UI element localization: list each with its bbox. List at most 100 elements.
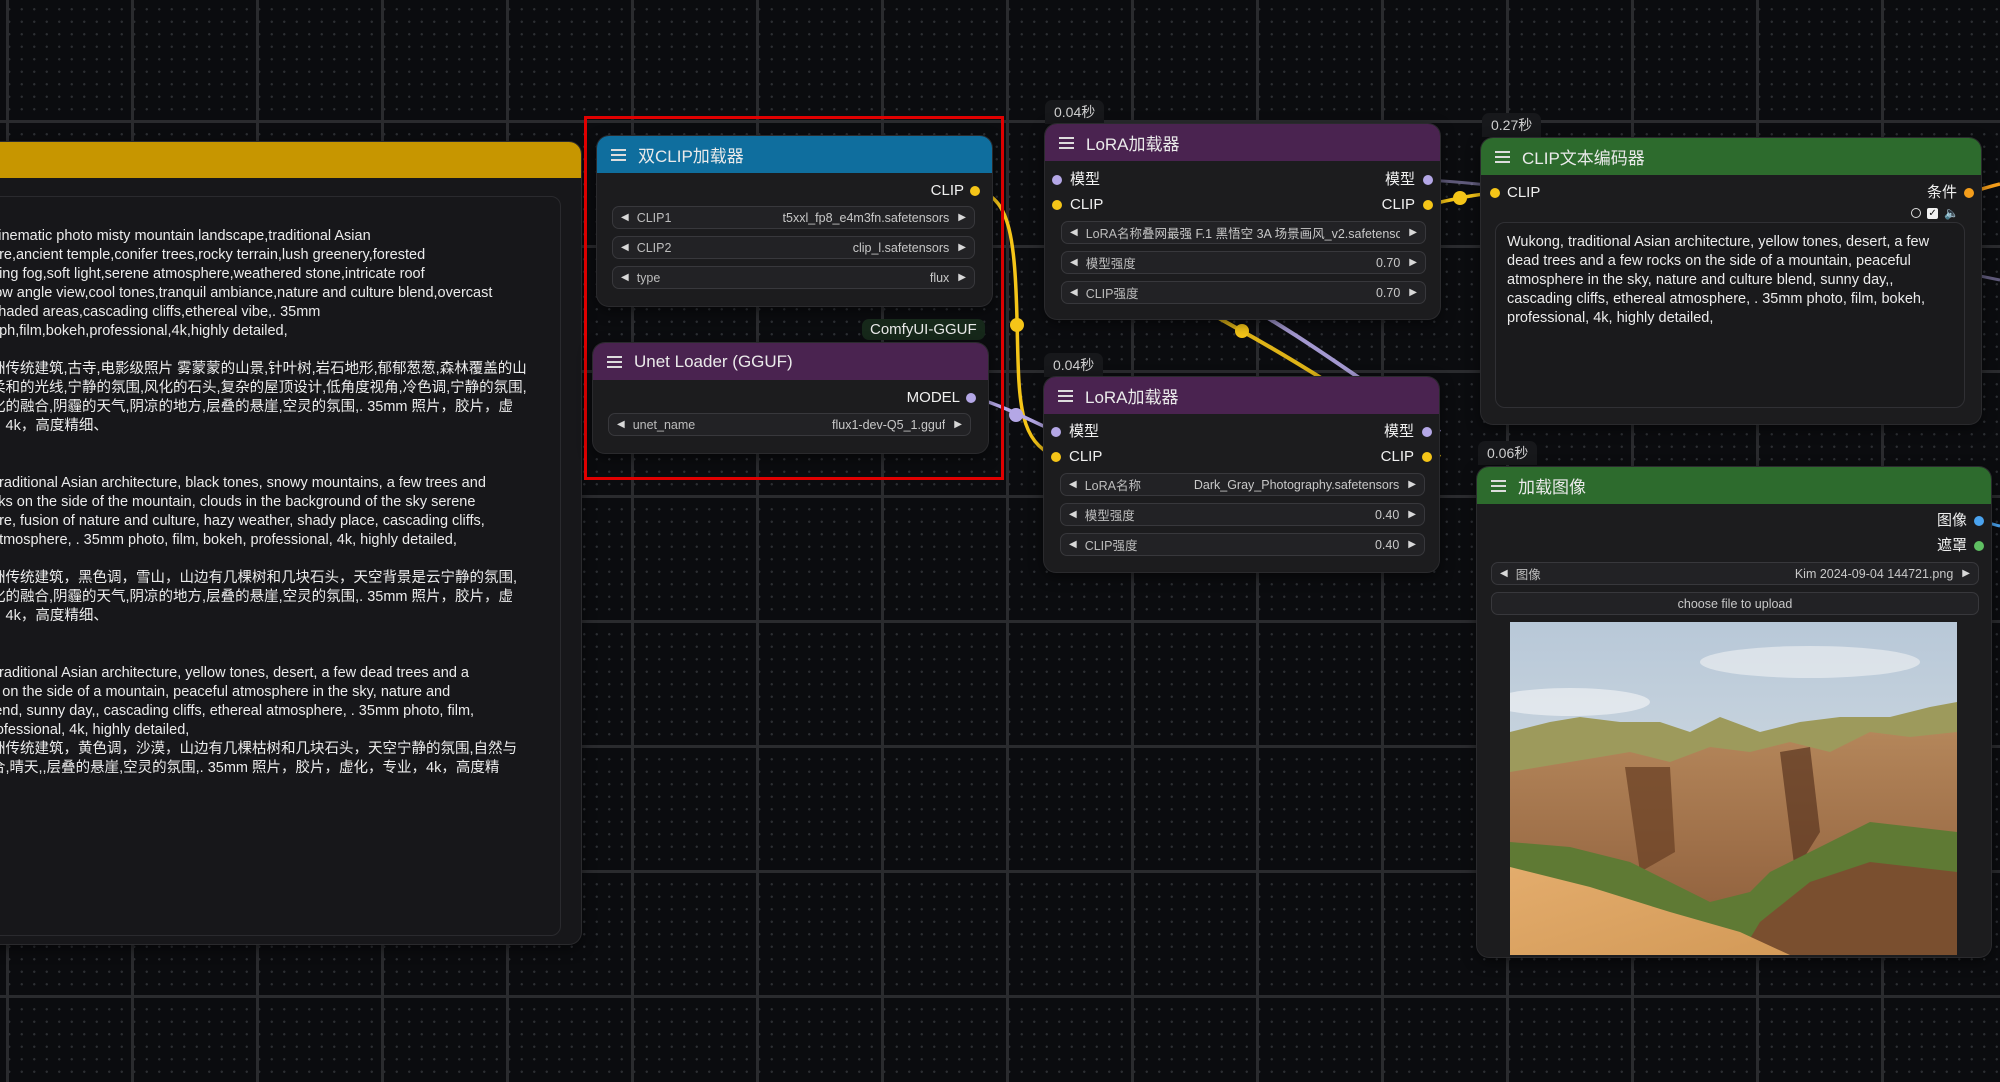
output-model[interactable]: 模型 bbox=[1385, 170, 1415, 190]
speaker-icon[interactable]: 🔈 bbox=[1944, 206, 1959, 220]
input-model[interactable]: 模型 bbox=[1069, 422, 1099, 442]
decrement-arrow-icon[interactable]: ◀ bbox=[621, 212, 629, 223]
input-model-dot[interactable] bbox=[1051, 427, 1061, 437]
output-clip[interactable]: CLIP bbox=[1381, 447, 1414, 467]
input-clip-dot[interactable] bbox=[1490, 188, 1500, 198]
increment-arrow-icon[interactable]: ▶ bbox=[958, 272, 966, 283]
input-model-dot[interactable] bbox=[1052, 175, 1062, 185]
loadimage-timing: 0.06秒 bbox=[1478, 441, 1538, 465]
cliptext-timing: 0.27秒 bbox=[1482, 113, 1542, 137]
increment-arrow-icon[interactable]: ▶ bbox=[1409, 257, 1417, 268]
widget-model-strength[interactable]: ◀ 模型强度 0.40 ▶ bbox=[1060, 503, 1425, 526]
cliptext-header[interactable]: CLIP文本编码器 bbox=[1481, 138, 1981, 175]
prompt-node[interactable]: cinematic photo misty mountain landscape… bbox=[0, 142, 581, 944]
output-conditioning[interactable]: 条件 bbox=[1927, 183, 1957, 203]
widget-lora-name[interactable]: ◀ LoRA名称 Dark_Gray_Photography.safetenso… bbox=[1060, 473, 1425, 496]
lora-loader-node-2[interactable]: LoRA加载器 模型 模型 CLIP CLIP ◀ LoRA名称 Dark_Gr… bbox=[1044, 377, 1439, 572]
widget-clip1[interactable]: ◀ CLIP1 t5xxl_fp8_e4m3fn.safetensors ▶ bbox=[612, 206, 975, 229]
decrement-arrow-icon[interactable]: ◀ bbox=[621, 272, 629, 283]
output-clip[interactable]: CLIP bbox=[1382, 195, 1415, 215]
dual-clip-loader-header[interactable]: 双CLIP加载器 bbox=[597, 136, 992, 173]
cliptext-textarea[interactable]: Wukong, traditional Asian architecture, … bbox=[1495, 222, 1965, 408]
widget-clip-strength[interactable]: ◀ CLIP强度 0.70 ▶ bbox=[1061, 281, 1426, 304]
widget-lora-name[interactable]: ◀ LoRA名称 叠网最强 F.1 黑悟空 3A 场景画风_v2.safeten… bbox=[1061, 221, 1426, 244]
canyon-landscape-image bbox=[1510, 622, 1957, 955]
decrement-arrow-icon[interactable]: ◀ bbox=[1070, 257, 1078, 268]
decrement-arrow-icon[interactable]: ◀ bbox=[617, 419, 625, 430]
node-title: LoRA加载器 bbox=[1086, 135, 1180, 154]
increment-arrow-icon[interactable]: ▶ bbox=[958, 212, 966, 223]
node-title: 加载图像 bbox=[1518, 478, 1586, 497]
output-clip-dot[interactable] bbox=[970, 186, 980, 196]
menu-icon[interactable] bbox=[1058, 387, 1073, 405]
widget-model-strength[interactable]: ◀ 模型强度 0.70 ▶ bbox=[1061, 251, 1426, 274]
decrement-arrow-icon[interactable]: ◀ bbox=[1069, 539, 1077, 550]
widget-clip2[interactable]: ◀ CLIP2 clip_l.safetensors ▶ bbox=[612, 236, 975, 259]
decrement-arrow-icon[interactable]: ◀ bbox=[1069, 479, 1077, 490]
node-title: 双CLIP加载器 bbox=[638, 147, 744, 166]
circle-icon[interactable] bbox=[1911, 208, 1922, 218]
menu-icon[interactable] bbox=[1495, 148, 1510, 166]
output-model[interactable]: MODEL bbox=[907, 388, 960, 408]
load-image-node[interactable]: 加载图像 图像 遮罩 ◀ 图像 Kim 2024-09-04 144721.pn… bbox=[1477, 467, 1991, 957]
input-clip[interactable]: CLIP bbox=[1069, 447, 1102, 467]
prompt-textarea[interactable]: cinematic photo misty mountain landscape… bbox=[0, 196, 561, 936]
node-title: LoRA加载器 bbox=[1085, 388, 1179, 407]
unet-loader-header[interactable]: Unet Loader (GGUF) bbox=[593, 343, 988, 380]
output-clip-dot[interactable] bbox=[1423, 200, 1433, 210]
decrement-arrow-icon[interactable]: ◀ bbox=[1070, 227, 1078, 238]
lora2-header[interactable]: LoRA加载器 bbox=[1044, 377, 1439, 414]
output-conditioning-dot[interactable] bbox=[1964, 188, 1974, 198]
output-model[interactable]: 模型 bbox=[1384, 422, 1414, 442]
output-mask[interactable]: 遮罩 bbox=[1937, 536, 1967, 556]
menu-icon[interactable] bbox=[611, 146, 626, 164]
increment-arrow-icon[interactable]: ▶ bbox=[1409, 287, 1417, 298]
decrement-arrow-icon[interactable]: ◀ bbox=[1069, 509, 1077, 520]
input-clip[interactable]: CLIP bbox=[1507, 183, 1540, 203]
increment-arrow-icon[interactable]: ▶ bbox=[1408, 509, 1416, 520]
node-title: CLIP文本编码器 bbox=[1522, 149, 1645, 168]
decrement-arrow-icon[interactable]: ◀ bbox=[1500, 568, 1508, 579]
lora2-timing: 0.04秒 bbox=[1044, 353, 1104, 377]
lora1-header[interactable]: LoRA加载器 bbox=[1045, 124, 1440, 161]
input-model[interactable]: 模型 bbox=[1070, 170, 1100, 190]
menu-icon[interactable] bbox=[607, 353, 622, 371]
lora-loader-node-1[interactable]: LoRA加载器 模型 模型 CLIP CLIP ◀ LoRA名称 叠网最强 F.… bbox=[1045, 124, 1440, 319]
checkbox-icon[interactable]: ✓ bbox=[1927, 207, 1939, 219]
input-clip[interactable]: CLIP bbox=[1070, 195, 1103, 215]
dual-clip-loader-node[interactable]: 双CLIP加载器 CLIP ◀ CLIP1 t5xxl_fp8_e4m3fn.s… bbox=[597, 136, 992, 306]
increment-arrow-icon[interactable]: ▶ bbox=[958, 242, 966, 253]
menu-icon[interactable] bbox=[1491, 477, 1506, 495]
decrement-arrow-icon[interactable]: ◀ bbox=[1070, 287, 1078, 298]
decrement-arrow-icon[interactable]: ◀ bbox=[621, 242, 629, 253]
output-image-dot[interactable] bbox=[1974, 516, 1984, 526]
output-clip-dot[interactable] bbox=[1422, 452, 1432, 462]
output-model-dot[interactable] bbox=[1423, 175, 1433, 185]
upload-button[interactable]: choose file to upload bbox=[1491, 592, 1979, 615]
increment-arrow-icon[interactable]: ▶ bbox=[1409, 227, 1417, 238]
output-model-dot[interactable] bbox=[1422, 427, 1432, 437]
loadimage-header[interactable]: 加载图像 bbox=[1477, 467, 1991, 504]
increment-arrow-icon[interactable]: ▶ bbox=[1408, 479, 1416, 490]
unet-loader-node[interactable]: Unet Loader (GGUF) MODEL ◀ unet_name flu… bbox=[593, 343, 988, 453]
increment-arrow-icon[interactable]: ▶ bbox=[1962, 568, 1970, 579]
prompt-node-header[interactable] bbox=[0, 142, 581, 178]
node-toggle-icons: ✓ 🔈 bbox=[1911, 206, 1959, 220]
node-title: Unet Loader (GGUF) bbox=[634, 351, 793, 371]
comfyui-gguf-badge: ComfyUI-GGUF bbox=[862, 319, 985, 340]
menu-icon[interactable] bbox=[1059, 134, 1074, 152]
widget-type[interactable]: ◀ type flux ▶ bbox=[612, 266, 975, 289]
output-mask-dot[interactable] bbox=[1974, 541, 1984, 551]
output-image[interactable]: 图像 bbox=[1937, 511, 1967, 531]
input-clip-dot[interactable] bbox=[1051, 452, 1061, 462]
input-clip-dot[interactable] bbox=[1052, 200, 1062, 210]
widget-unet-name[interactable]: ◀ unet_name flux1-dev-Q5_1.gguf ▶ bbox=[608, 413, 971, 436]
output-clip[interactable]: CLIP bbox=[931, 181, 964, 201]
clip-text-encode-node[interactable]: CLIP文本编码器 CLIP 条件 ✓ 🔈 Wukong, traditiona… bbox=[1481, 138, 1981, 424]
widget-image-file[interactable]: ◀ 图像 Kim 2024-09-04 144721.png ▶ bbox=[1491, 562, 1979, 585]
widget-clip-strength[interactable]: ◀ CLIP强度 0.40 ▶ bbox=[1060, 533, 1425, 556]
output-model-dot[interactable] bbox=[966, 393, 976, 403]
increment-arrow-icon[interactable]: ▶ bbox=[1408, 539, 1416, 550]
increment-arrow-icon[interactable]: ▶ bbox=[954, 419, 962, 430]
lora1-timing: 0.04秒 bbox=[1045, 100, 1105, 124]
